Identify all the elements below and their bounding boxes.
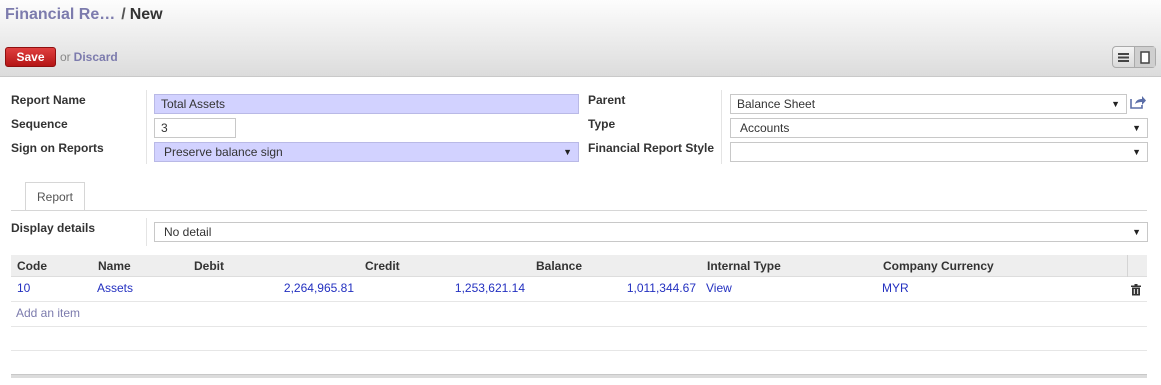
control-panel: Financial Re… / New Save or Discard	[0, 0, 1161, 77]
tab-border	[11, 210, 1147, 211]
chevron-down-icon: ▼	[1132, 123, 1141, 133]
add-item-link[interactable]: Add an item	[16, 306, 80, 320]
form-view-button[interactable]	[1134, 47, 1155, 67]
table-row-divider	[11, 326, 1147, 327]
discard-group: or Discard	[60, 50, 118, 64]
cell-company-currency[interactable]: MYR	[882, 281, 909, 295]
label-separator	[721, 90, 722, 164]
tab-report[interactable]: Report	[25, 182, 85, 211]
report-name-input[interactable]: Total Assets	[154, 94, 579, 114]
cell-code[interactable]: 10	[17, 281, 30, 295]
parent-label: Parent	[588, 93, 626, 107]
sign-on-reports-select[interactable]: Preserve balance sign ▼	[154, 142, 579, 162]
form-icon	[1140, 50, 1150, 64]
table-row-divider	[11, 350, 1147, 351]
label-separator	[146, 90, 147, 164]
column-header-credit[interactable]: Credit	[365, 259, 400, 273]
parent-value: Balance Sheet	[737, 97, 816, 111]
column-header-internal-type[interactable]: Internal Type	[707, 259, 781, 273]
list-view-button[interactable]	[1113, 47, 1134, 67]
type-label: Type	[588, 117, 616, 131]
parent-select[interactable]: Balance Sheet ▼	[730, 94, 1127, 114]
external-link-icon[interactable]	[1130, 95, 1146, 109]
column-header-debit[interactable]: Debit	[194, 259, 224, 273]
column-header-company-currency[interactable]: Company Currency	[883, 259, 994, 273]
sign-on-reports-label: Sign on Reports	[11, 141, 104, 155]
label-separator	[146, 218, 147, 246]
column-header-balance[interactable]: Balance	[536, 259, 582, 273]
cell-internal-type[interactable]: View	[706, 281, 732, 295]
chevron-down-icon: ▼	[1132, 147, 1141, 157]
column-header-code[interactable]: Code	[17, 259, 47, 273]
column-divider	[1127, 255, 1128, 277]
trash-icon[interactable]	[1130, 284, 1142, 296]
table-header: Code Name Debit Credit Balance Internal …	[11, 255, 1147, 277]
cell-name[interactable]: Assets	[97, 281, 133, 295]
sign-on-reports-value: Preserve balance sign	[164, 145, 283, 159]
breadcrumb-separator: /	[121, 6, 126, 23]
breadcrumb-parent-link[interactable]: Financial Re…	[5, 6, 115, 23]
table-row[interactable]: 10 Assets 2,264,965.81 1,253,621.14 1,01…	[11, 278, 1147, 302]
chevron-down-icon: ▼	[563, 147, 572, 157]
view-switcher	[1112, 46, 1156, 68]
table-footer	[11, 374, 1147, 378]
chevron-down-icon: ▼	[1132, 227, 1141, 237]
sequence-input[interactable]: 3	[154, 118, 236, 138]
breadcrumb: Financial Re… / New	[5, 6, 163, 24]
cell-balance[interactable]: 1,011,344.67	[553, 281, 696, 295]
chevron-down-icon: ▼	[1111, 99, 1120, 109]
list-icon	[1118, 52, 1129, 62]
display-details-select[interactable]: No detail ▼	[154, 222, 1148, 242]
report-style-label: Financial Report Style	[588, 141, 715, 155]
type-value: Accounts	[740, 121, 790, 135]
report-name-label: Report Name	[11, 93, 86, 107]
or-text: or	[60, 50, 71, 64]
breadcrumb-current: New	[129, 6, 163, 23]
save-button[interactable]: Save	[5, 47, 56, 67]
cell-debit[interactable]: 2,264,965.81	[211, 281, 354, 295]
display-details-label: Display details	[11, 221, 96, 235]
type-select[interactable]: Accounts ▼	[730, 118, 1148, 138]
discard-link[interactable]: Discard	[74, 50, 118, 64]
report-style-select[interactable]: ▼	[730, 142, 1148, 162]
sequence-label: Sequence	[11, 117, 68, 131]
display-details-value: No detail	[164, 225, 212, 239]
column-header-name[interactable]: Name	[98, 259, 131, 273]
cell-credit[interactable]: 1,253,621.14	[382, 281, 525, 295]
